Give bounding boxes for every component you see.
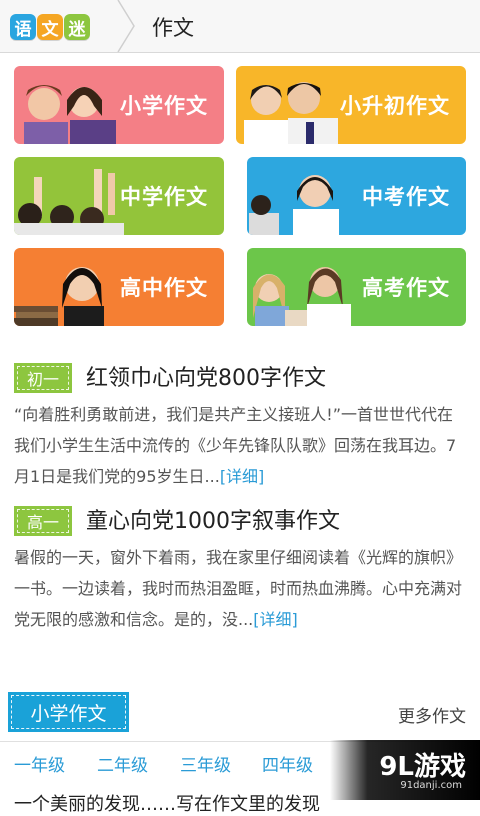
category-label: 高考作文: [362, 276, 450, 300]
category-label: 中学作文: [120, 185, 208, 209]
category-tile-primary[interactable]: 小学作文: [14, 66, 224, 144]
app-header: 语 文 迷 作文: [0, 0, 480, 53]
category-label: 高中作文: [120, 276, 208, 300]
students-reading-photo-icon: [244, 82, 338, 144]
article-item[interactable]: 初一 红领巾心向党800字作文 “向着胜利勇敢前进，我们是共产主义接班人!”一首…: [14, 363, 468, 493]
list-item-title[interactable]: 一个美丽的发现……写在作文里的发现: [14, 790, 320, 816]
article-detail-link[interactable]: [详细]: [253, 610, 298, 629]
category-tile-college-exam[interactable]: 高考作文: [247, 248, 466, 326]
page-title: 作文: [152, 16, 194, 40]
category-label: 中考作文: [362, 185, 450, 209]
logo-char-1: 语: [10, 14, 36, 40]
article-title[interactable]: 童心向党1000字叙事作文: [86, 503, 340, 535]
article-excerpt: “向着胜利勇敢前进，我们是共产主义接班人!”一首世世代代在我们小学生生活中流传的…: [14, 399, 468, 492]
more-articles-link[interactable]: 更多作文: [398, 702, 466, 727]
grade-tab-1[interactable]: 一年级: [14, 751, 65, 776]
section-title: 小学作文: [8, 692, 129, 732]
category-label: 小升初作文: [340, 94, 450, 118]
article-detail-link[interactable]: [详细]: [220, 467, 265, 486]
student-studying-photo-icon: [249, 175, 339, 235]
breadcrumb-separator-icon: [117, 0, 135, 52]
raised-hands-photo-icon: [14, 169, 124, 235]
grade-tag: 高一: [14, 506, 72, 536]
category-tile-middle-exam[interactable]: 中考作文: [247, 157, 466, 235]
students-group-photo-icon: [253, 267, 351, 326]
watermark-logo-text: 9L游戏: [379, 752, 466, 782]
children-photo-icon: [24, 85, 116, 144]
category-tile-high[interactable]: 高中作文: [14, 248, 224, 326]
article-item[interactable]: 高一 童心向党1000字叙事作文 暑假的一天，窗外下着雨，我在家里仔细阅读着《光…: [14, 506, 468, 666]
grade-tag: 初一: [14, 363, 72, 393]
category-label: 小学作文: [120, 94, 208, 118]
watermark-url: 91danji.com: [400, 780, 462, 791]
article-title[interactable]: 红领巾心向党800字作文: [86, 360, 326, 392]
category-tile-middle[interactable]: 中学作文: [14, 157, 224, 235]
article-excerpt-text: 暑假的一天，窗外下着雨，我在家里仔细阅读着《光辉的旗帜》一书。一边读着，我时而热…: [14, 548, 463, 629]
logo-char-3: 迷: [64, 14, 90, 40]
grade-tab-3[interactable]: 三年级: [180, 751, 231, 776]
grade-tab-4[interactable]: 四年级: [262, 751, 313, 776]
logo-char-2: 文: [37, 14, 63, 40]
student-with-books-photo-icon: [14, 267, 104, 326]
site-watermark: 9L游戏 91danji.com: [330, 740, 480, 800]
grade-tab-2[interactable]: 二年级: [97, 751, 148, 776]
category-tile-junior-entrance[interactable]: 小升初作文: [236, 66, 466, 144]
article-excerpt: 暑假的一天，窗外下着雨，我在家里仔细阅读着《光辉的旗帜》一书。一边读着，我时而热…: [14, 542, 468, 635]
app-logo[interactable]: 语 文 迷: [10, 11, 91, 43]
